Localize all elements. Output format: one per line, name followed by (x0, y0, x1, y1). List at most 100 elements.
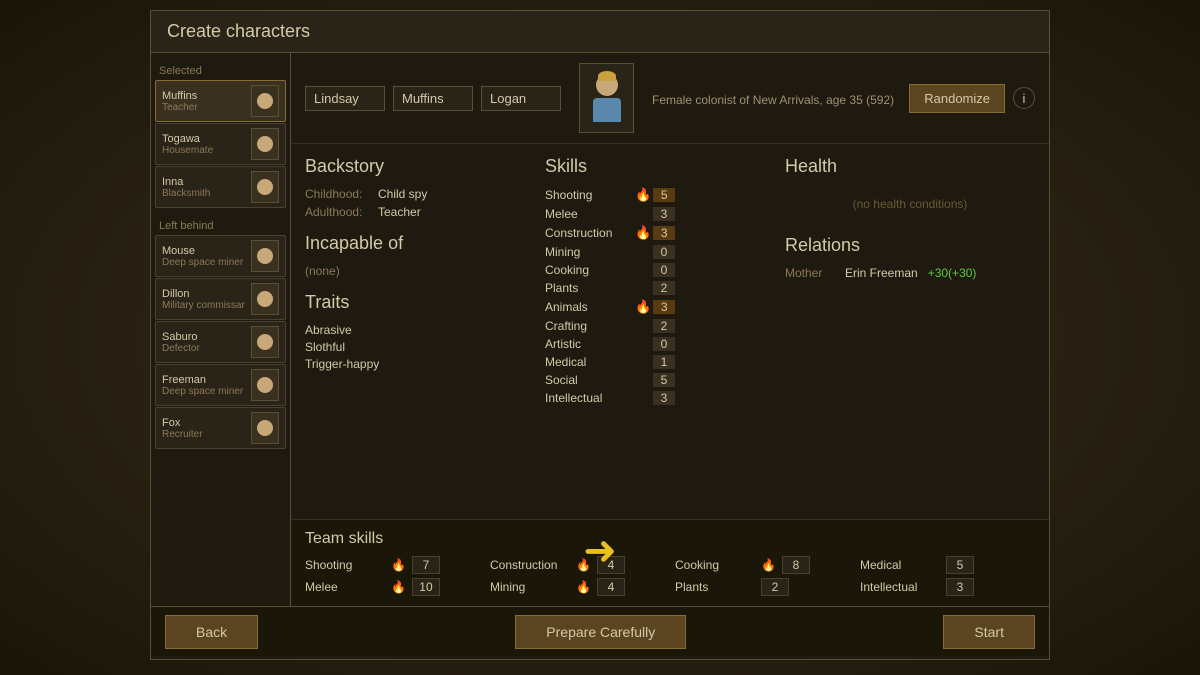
fire-icon: 🔥 (391, 558, 406, 572)
team-skill-value: 5 (946, 556, 974, 574)
char-info: Muffins Teacher (162, 90, 247, 113)
team-skills-grid: Shooting 🔥 7 Construction 🔥 4 Cooking 🔥 … (305, 556, 1035, 596)
team-skill-value: 4 (597, 556, 625, 574)
sidebar-char-left-0[interactable]: Mouse Deep space miner (155, 235, 286, 277)
skill-row-6: Animals 🔥 3 (545, 299, 765, 315)
main-panel: Female colonist of New Arrivals, age 35 … (291, 53, 1049, 606)
team-skill-name: Intellectual (860, 580, 940, 594)
character-portrait (579, 63, 634, 133)
prepare-carefully-button[interactable]: Prepare Carefully (515, 615, 686, 649)
skill-name: Intellectual (545, 391, 635, 405)
skill-name: Melee (545, 207, 635, 221)
start-button[interactable]: Start (943, 615, 1035, 649)
char-avatar (251, 369, 279, 401)
skill-value: 0 (653, 263, 675, 277)
avatar-head (257, 179, 273, 195)
traits-list: AbrasiveSlothfulTrigger-happy (305, 323, 525, 371)
skill-value: 5 (653, 188, 675, 202)
last-name-input[interactable] (481, 86, 561, 111)
skill-value: 3 (653, 300, 675, 314)
char-info: Mouse Deep space miner (162, 245, 247, 268)
char-name: Inna (162, 176, 247, 188)
sidebar-char-selected-1[interactable]: Togawa Housemate (155, 123, 286, 165)
char-name: Fox (162, 417, 247, 429)
randomize-button[interactable]: Randomize (909, 84, 1005, 113)
char-avatar (251, 171, 279, 203)
fire-icon: 🔥 (635, 225, 651, 241)
left-behind-label: Left behind (151, 216, 290, 234)
team-skill-value: 2 (761, 578, 789, 596)
char-info: Saburo Defector (162, 331, 247, 354)
skill-value: 3 (653, 226, 675, 240)
sidebar-char-left-2[interactable]: Saburo Defector (155, 321, 286, 363)
team-skill-value: 7 (412, 556, 440, 574)
team-skill-row-0: Shooting 🔥 7 (305, 556, 480, 574)
team-skill-value: 4 (597, 578, 625, 596)
skill-row-5: Plants 2 (545, 281, 765, 295)
character-header: Female colonist of New Arrivals, age 35 … (291, 53, 1049, 144)
back-button[interactable]: Back (165, 615, 258, 649)
backstory-title: Backstory (305, 156, 525, 177)
avatar-head (257, 291, 273, 307)
char-info: Freeman Deep space miner (162, 374, 247, 397)
char-details: Backstory Childhood: Child spy Adulthood… (291, 144, 1049, 519)
char-role: Recruiter (162, 429, 247, 440)
fire-icon: 🔥 (576, 580, 591, 594)
left-column: Backstory Childhood: Child spy Adulthood… (305, 156, 525, 507)
char-role: Housemate (162, 145, 247, 156)
skill-name: Plants (545, 281, 635, 295)
skill-value: 5 (653, 373, 675, 387)
adulthood-label: Adulthood: (305, 205, 370, 219)
sidebar-char-selected-2[interactable]: Inna Blacksmith (155, 166, 286, 208)
trait-item-0: Abrasive (305, 323, 525, 337)
info-icon[interactable]: i (1013, 87, 1035, 109)
fire-icon: 🔥 (391, 580, 406, 594)
main-window: Create characters Selected Muffins Teach… (150, 10, 1050, 660)
middle-name-input[interactable] (393, 86, 473, 111)
char-role: Military commissar (162, 300, 247, 311)
skill-row-1: Melee 3 (545, 207, 765, 221)
sidebar-char-left-1[interactable]: Dillon Military commissar (155, 278, 286, 320)
char-avatar (251, 412, 279, 444)
skill-value: 3 (653, 207, 675, 221)
sidebar-char-left-4[interactable]: Fox Recruiter (155, 407, 286, 449)
skill-name: Crafting (545, 319, 635, 333)
char-avatar (251, 326, 279, 358)
team-skill-row-1: Construction 🔥 4 (490, 556, 665, 574)
skill-row-7: Crafting 2 (545, 319, 765, 333)
skill-row-8: Artistic 0 (545, 337, 765, 351)
sidebar-char-selected-0[interactable]: Muffins Teacher (155, 80, 286, 122)
character-description: Female colonist of New Arrivals, age 35 … (652, 89, 894, 107)
char-avatar (251, 240, 279, 272)
adulthood-row: Adulthood: Teacher (305, 205, 525, 219)
skill-name: Mining (545, 245, 635, 259)
team-skill-row-2: Cooking 🔥 8 (675, 556, 850, 574)
avatar-head (257, 93, 273, 109)
fire-icon: 🔥 (635, 187, 651, 203)
team-skill-row-5: Mining 🔥 4 (490, 578, 665, 596)
avatar-head (257, 248, 273, 264)
sidebar-char-left-3[interactable]: Freeman Deep space miner (155, 364, 286, 406)
content-area: Selected Muffins Teacher Togawa Housemat… (151, 53, 1049, 606)
skills-column: Skills Shooting 🔥 5 Melee 3 Construction… (545, 156, 765, 507)
team-skills-section: Team skills Shooting 🔥 7 Construction 🔥 … (291, 519, 1049, 606)
char-info: Togawa Housemate (162, 133, 247, 156)
traits-section: Traits AbrasiveSlothfulTrigger-happy (305, 292, 525, 371)
skill-row-0: Shooting 🔥 5 (545, 187, 765, 203)
childhood-value: Child spy (378, 187, 427, 201)
footer-bar: Back ➜ Prepare Carefully Start (151, 606, 1049, 656)
char-name: Freeman (162, 374, 247, 386)
team-skill-value: 3 (946, 578, 974, 596)
team-skill-value: 10 (412, 578, 440, 596)
char-role: Deep space miner (162, 386, 247, 397)
relations-section: Relations Mother Erin Freeman +30(+30) (785, 235, 1035, 280)
fire-icon: 🔥 (576, 558, 591, 572)
left-behind-chars-list: Mouse Deep space miner Dillon Military c… (151, 235, 290, 449)
adulthood-value: Teacher (378, 205, 421, 219)
skill-value: 3 (653, 391, 675, 405)
first-name-input[interactable] (305, 86, 385, 111)
team-skill-name: Melee (305, 580, 385, 594)
title-bar: Create characters (151, 11, 1049, 53)
selected-chars-list: Muffins Teacher Togawa Housemate Inna Bl… (151, 80, 290, 208)
skill-value: 0 (653, 337, 675, 351)
